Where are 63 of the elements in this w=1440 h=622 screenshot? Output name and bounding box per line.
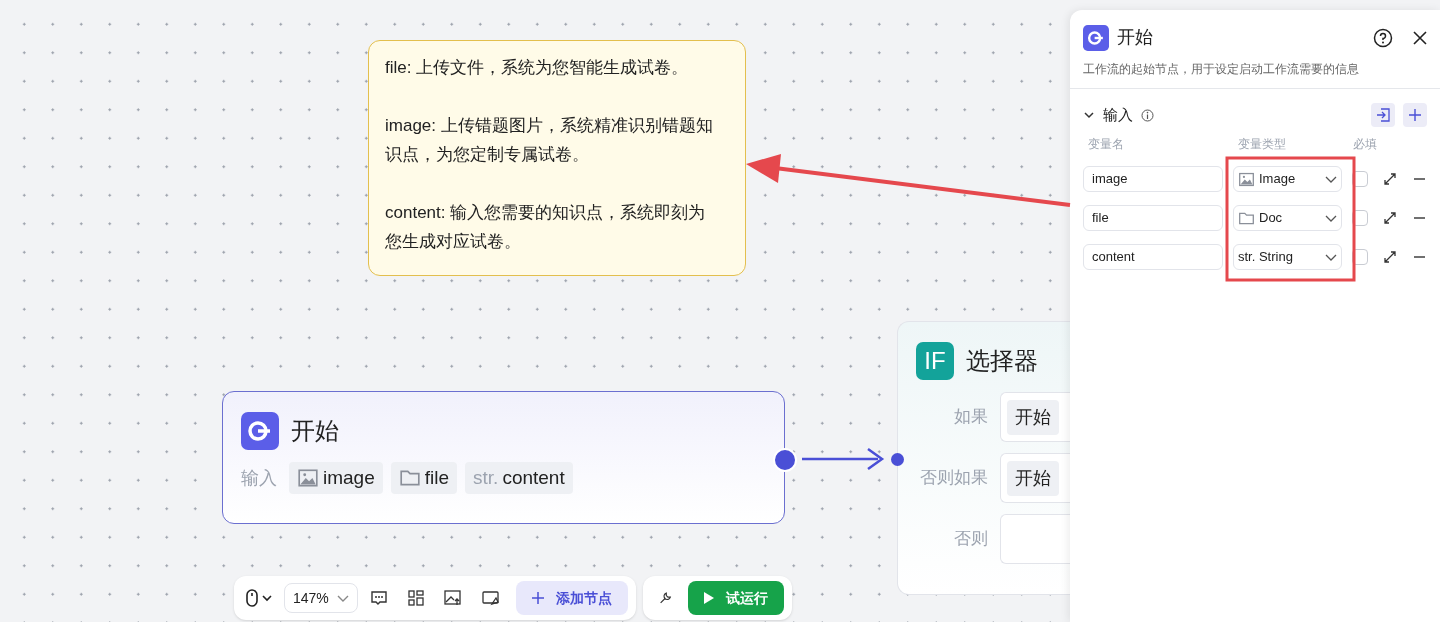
chevron-down-icon <box>1325 253 1337 261</box>
column-header: 变量类型 <box>1238 136 1287 153</box>
output-port[interactable] <box>773 448 797 472</box>
condition-field[interactable] <box>1000 514 1070 564</box>
import-button[interactable] <box>1371 103 1395 127</box>
chevron-down-icon <box>1325 214 1337 222</box>
input-tag: image <box>289 462 383 494</box>
note-paragraph: image: 上传错题图片，系统精准识别错题知识点，为您定制专属试卷。 <box>385 115 714 166</box>
panel-description: 工作流的起始节点，用于设定启动工作流需要的信息 <box>1083 61 1360 78</box>
image-icon <box>1238 170 1255 188</box>
variable-name-field[interactable]: content <box>1083 244 1223 270</box>
play-icon <box>704 592 714 604</box>
zoom-dropdown[interactable]: 147% <box>284 583 358 613</box>
expand-icon[interactable] <box>1384 212 1396 224</box>
note-paragraph: content: 输入您需要的知识点，系统即刻为您生成对应试卷。 <box>385 202 707 253</box>
variable-type-dropdown[interactable]: Doc <box>1233 205 1342 231</box>
start-icon <box>1083 24 1109 51</box>
image-export-icon[interactable] <box>444 590 462 606</box>
condition-field[interactable]: 开始 <box>1000 453 1070 503</box>
plus-icon <box>1409 109 1421 121</box>
variable-type-dropdown[interactable]: str. String <box>1233 244 1342 270</box>
expand-icon[interactable] <box>1384 173 1396 185</box>
chevron-down-icon <box>262 594 272 602</box>
chevron-icon[interactable] <box>1083 109 1095 121</box>
input-tag: str. content <box>465 462 573 494</box>
expand-icon[interactable] <box>1384 251 1396 263</box>
chevron-down-icon <box>1325 175 1337 183</box>
variable-type-dropdown[interactable]: Image <box>1233 166 1342 192</box>
variable-name-field[interactable]: image <box>1083 166 1223 192</box>
info-icon <box>1141 108 1154 122</box>
selector-node[interactable]: IF 选择器 如果 开始 否则如果 开始 否则 <box>897 321 1070 595</box>
variable-name-field[interactable]: file <box>1083 205 1223 231</box>
comment-icon[interactable] <box>370 589 388 607</box>
if-icon: IF <box>916 342 954 380</box>
wrench-icon[interactable] <box>659 590 672 606</box>
section-title: 输入 <box>1103 104 1133 125</box>
input-label: 输入 <box>241 466 277 490</box>
help-icon[interactable] <box>1373 27 1393 48</box>
start-icon <box>241 412 279 450</box>
close-icon[interactable] <box>1413 30 1427 45</box>
variable-tag: 开始 <box>1007 460 1059 496</box>
condition-field[interactable]: 开始 <box>1000 392 1070 442</box>
input-tag: file <box>390 462 458 494</box>
column-header: 必填 <box>1353 136 1378 153</box>
condition-label: 否则如果 <box>919 467 988 490</box>
condition-label: 否则 <box>953 528 988 551</box>
start-node[interactable]: 开始 输入 image file str. content <box>222 391 785 524</box>
add-node-button[interactable]: 添加节点 <box>516 581 628 615</box>
note-paragraph: file: 上传文件，系统为您智能生成试卷。 <box>385 57 690 79</box>
layout-icon[interactable] <box>408 590 424 606</box>
column-header: 变量名 <box>1088 136 1125 153</box>
plus-icon <box>532 592 544 604</box>
chevron-down-icon <box>337 594 349 602</box>
panel-title: 开始 <box>1117 26 1153 49</box>
node-title: 选择器 <box>966 346 1038 376</box>
add-button[interactable] <box>1403 103 1427 127</box>
node-title: 开始 <box>291 416 339 446</box>
mouse-icon <box>246 589 258 607</box>
minimap-icon[interactable] <box>482 590 500 606</box>
import-icon <box>1376 108 1390 122</box>
condition-label: 如果 <box>953 406 988 429</box>
image-icon <box>297 467 319 489</box>
variable-tag: 开始 <box>1007 399 1059 435</box>
